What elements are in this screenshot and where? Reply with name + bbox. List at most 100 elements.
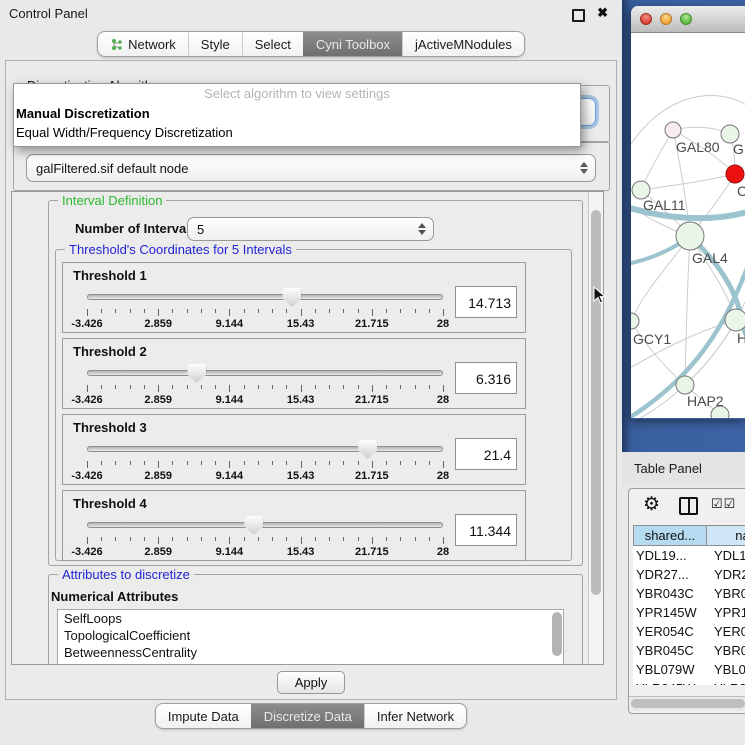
slider-thumb[interactable] xyxy=(244,516,263,535)
tab-cyni-toolbox[interactable]: Cyni Toolbox xyxy=(303,32,402,56)
threshold-slider-4[interactable]: -3.4262.8599.14415.4321.71528 xyxy=(87,515,443,557)
apply-button[interactable]: Apply xyxy=(277,671,345,694)
number-of-intervals-combobox[interactable]: 5 xyxy=(187,217,434,241)
network-node-hap2[interactable] xyxy=(676,376,694,394)
table-horizontal-scrollbar[interactable] xyxy=(629,696,745,711)
slider-track[interactable] xyxy=(87,294,443,300)
attribute-item-topologicalcoefficient[interactable]: TopologicalCoefficient xyxy=(58,627,563,644)
threshold-slider-2[interactable]: -3.4262.8599.14415.4321.71528 xyxy=(87,363,443,405)
window-close-icon[interactable] xyxy=(640,13,652,25)
top-tab-group: Network StyleSelectCyni ToolboxjActiveMNo… xyxy=(97,31,525,57)
settings-scrollbar-thumb[interactable] xyxy=(591,210,601,595)
network-node-gcy1[interactable] xyxy=(631,313,639,329)
threshold-slider-3[interactable]: -3.4262.8599.14415.4321.71528 xyxy=(87,439,443,481)
tick-mark xyxy=(130,309,131,313)
bottom-tab-infer-network[interactable]: Infer Network xyxy=(364,704,466,728)
slider-track[interactable] xyxy=(87,446,443,452)
algorithm-dropdown-popup: Select algorithm to view settings Manual… xyxy=(13,83,581,147)
table-panel-frame: ⚙ ☑☑ shared...naYDL19...YDL1YDR27...YDR2… xyxy=(628,488,745,714)
table-panel-toolbar: ⚙ ☑☑ xyxy=(629,489,745,523)
node-attribute-table[interactable]: shared...naYDL19...YDL1YDR27...YDR2YBR04… xyxy=(633,525,745,685)
slider-thumb[interactable] xyxy=(282,288,301,307)
tick-mark xyxy=(429,461,430,465)
table-row[interactable]: YBL079WYBL0 xyxy=(633,660,745,679)
bottom-tab-discretize-data[interactable]: Discretize Data xyxy=(251,704,364,728)
network-node-gal80[interactable] xyxy=(665,122,681,138)
checkbox-icons[interactable]: ☑☑ xyxy=(711,496,736,512)
split-columns-icon[interactable] xyxy=(679,497,698,515)
table-row[interactable]: YLR345WYLR3 xyxy=(633,679,745,685)
tick-label: -3.426 xyxy=(71,546,102,558)
tab-label: Network xyxy=(128,37,176,52)
list-scrollbar-thumb[interactable] xyxy=(552,612,562,656)
column-header-2[interactable]: na xyxy=(707,525,745,546)
slider-thumb[interactable] xyxy=(187,364,206,383)
attribute-item-selfloops[interactable]: SelfLoops xyxy=(58,610,563,627)
table-row[interactable]: YPR145WYPR1 xyxy=(633,603,745,622)
settings-scrollpane: Interval Definition Number of Intervals … xyxy=(11,191,604,665)
table-hscrollbar-thumb[interactable] xyxy=(631,699,745,708)
tick-mark xyxy=(258,537,259,541)
slider-tick-labels: -3.4262.8599.14415.4321.71528 xyxy=(87,394,443,406)
threshold-label: Threshold 1 xyxy=(73,268,147,283)
slider-track[interactable] xyxy=(87,522,443,528)
network-edge xyxy=(685,320,736,385)
combo-spinner-icon xyxy=(418,223,426,235)
tick-mark xyxy=(286,309,287,313)
gear-icon[interactable]: ⚙ xyxy=(643,493,660,516)
attribute-item-betweennesscentrality[interactable]: BetweennessCentrality xyxy=(58,644,563,661)
threshold-value-field[interactable]: 21.4 xyxy=(455,438,517,470)
tick-mark xyxy=(315,309,316,313)
tick-mark xyxy=(215,461,216,465)
threshold-slider-1[interactable]: -3.4262.8599.14415.4321.71528 xyxy=(87,287,443,329)
tab-style[interactable]: Style xyxy=(188,32,242,56)
tick-mark xyxy=(443,309,444,316)
cyni-toolbox-panel: Discretization Algorithm Select algorith… xyxy=(5,60,617,700)
network-canvas[interactable]: GAL80GCGAL11GAL4GCY1HHAP2 xyxy=(631,33,745,418)
threshold-panel-2: Threshold 2-3.4262.8599.14415.4321.71528… xyxy=(62,338,526,409)
table-row[interactable]: YDL19...YDL1 xyxy=(633,546,745,565)
threshold-value-field[interactable]: 6.316 xyxy=(455,362,517,394)
numerical-attributes-label: Numerical Attributes xyxy=(51,589,178,604)
table-row[interactable]: YER054CYER0 xyxy=(633,622,745,641)
tab-jactivemnodules[interactable]: jActiveMNodules xyxy=(402,32,524,56)
slider-track[interactable] xyxy=(87,370,443,376)
right-region: GAL80GCGAL11GAL4GCY1HHAP2 Table Panel ⚙ … xyxy=(622,0,745,745)
table-data-combobox[interactable]: galFiltered.sif default node xyxy=(26,154,596,182)
threshold-label: Threshold 3 xyxy=(73,420,147,435)
network-node-label: GCY1 xyxy=(633,331,671,347)
numerical-attributes-list[interactable]: SelfLoopsTopologicalCoefficientBetweenne… xyxy=(57,609,564,665)
table-row[interactable]: YBR045CYBR0 xyxy=(633,641,745,660)
float-window-icon[interactable] xyxy=(572,9,585,22)
threshold-value-field[interactable]: 14.713 xyxy=(455,286,517,318)
window-minimize-icon[interactable] xyxy=(660,13,672,25)
network-node-gal4[interactable] xyxy=(676,222,704,250)
window-zoom-icon[interactable] xyxy=(680,13,692,25)
slider-thumb[interactable] xyxy=(358,440,377,459)
tick-mark xyxy=(87,461,88,468)
table-row[interactable]: YBR043CYBR0 xyxy=(633,584,745,603)
algorithm-option-manual-discretization[interactable]: Manual Discretization xyxy=(14,104,580,123)
threshold-panel-3: Threshold 3 -3.4262.8599.14415.4321.71528… xyxy=(62,414,526,485)
tick-mark xyxy=(244,461,245,465)
settings-vertical-scrollbar[interactable] xyxy=(588,192,603,664)
network-edge xyxy=(631,236,690,321)
tab-network[interactable]: Network xyxy=(98,32,188,56)
bottom-tab-label: Impute Data xyxy=(168,709,239,724)
interval-definition-group: Interval Definition Number of Intervals … xyxy=(48,200,583,566)
network-node-h[interactable] xyxy=(725,309,745,331)
table-header-row: shared...na xyxy=(633,525,745,546)
network-node-c[interactable] xyxy=(726,165,744,183)
table-row[interactable]: YDR27...YDR2 xyxy=(633,565,745,584)
tab-select[interactable]: Select xyxy=(242,32,303,56)
close-icon[interactable]: ✖ xyxy=(597,5,608,21)
bottom-tab-impute-data[interactable]: Impute Data xyxy=(156,704,251,728)
tick-mark xyxy=(229,461,230,468)
tick-mark xyxy=(115,461,116,465)
column-header-1[interactable]: shared... xyxy=(633,525,707,546)
table-cell: YLR345W xyxy=(633,679,709,685)
tick-mark xyxy=(201,461,202,465)
algorithm-option-equal-width-frequency-discretization[interactable]: Equal Width/Frequency Discretization xyxy=(14,123,580,142)
control-panel-titlebar: Control Panel ✖ xyxy=(0,0,622,26)
threshold-value-field[interactable]: 11.344 xyxy=(455,514,517,546)
